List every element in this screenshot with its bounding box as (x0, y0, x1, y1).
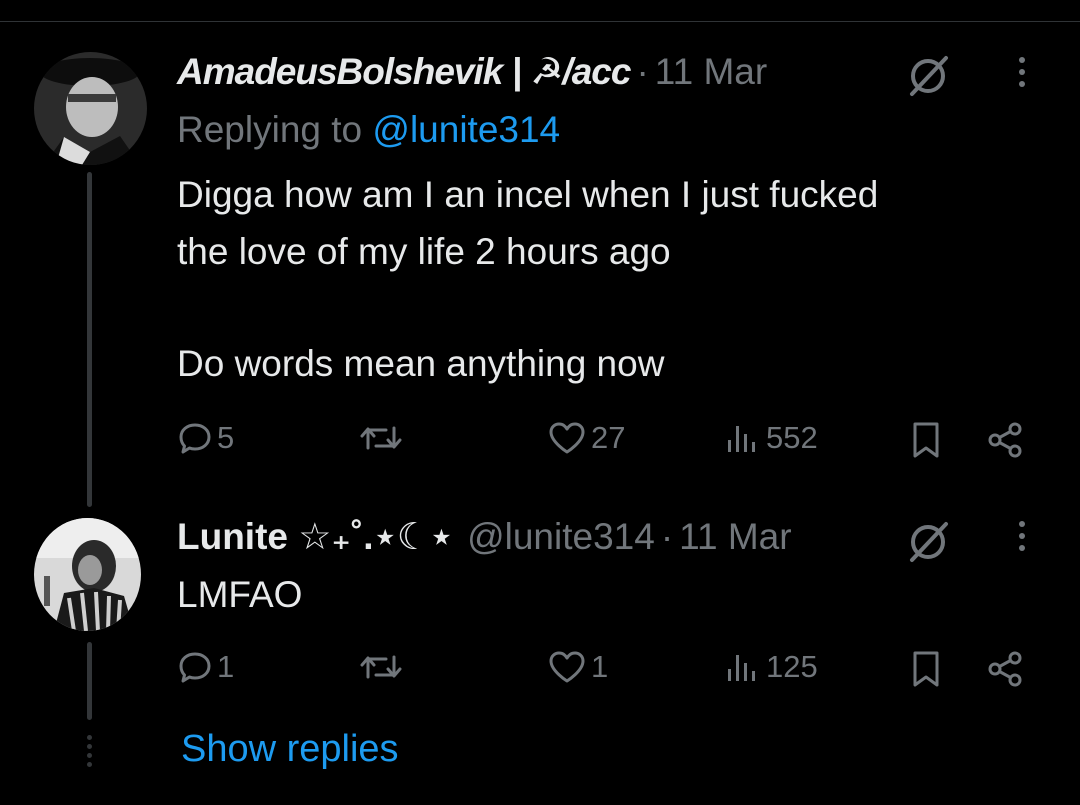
tweet1-text-line1: Digga how am I an incel when I just fuck… (177, 174, 879, 215)
like-icon (549, 422, 585, 454)
replying-to-label: Replying to (177, 109, 363, 150)
replying-to-handle[interactable]: @lunite314 (372, 109, 560, 150)
like-icon (549, 651, 585, 683)
thread-line (87, 642, 92, 720)
tweet2-display-name[interactable]: Lunite ☆₊˚.⋆☾⋆ (177, 515, 453, 558)
reply-icon (179, 423, 211, 454)
tweet2-separator: · (660, 516, 674, 557)
share-button[interactable] (985, 649, 1025, 689)
more-icon[interactable] (1017, 521, 1027, 551)
tweet1-text: Digga how am I an incel when I just fuck… (177, 166, 878, 280)
bookmark-button[interactable] (908, 420, 944, 460)
bookmark-icon (913, 651, 939, 687)
tweet1-text-line2: the love of my life 2 hours ago (177, 231, 671, 272)
retweet-button[interactable] (358, 649, 404, 685)
like-button[interactable]: 1 (547, 649, 608, 685)
tweet1-header: AmadeusBolshevik | ☭/acc · 11 Mar (177, 50, 767, 93)
reply-button[interactable]: 5 (177, 420, 234, 456)
tweet1-date[interactable]: 11 Mar (655, 51, 767, 93)
avatar-amadeus[interactable] (34, 52, 147, 165)
tweet2-header: Lunite ☆₊˚.⋆☾⋆ @lunite314 · 11 Mar (177, 515, 792, 558)
tweet2-handle[interactable]: @lunite314 (467, 516, 655, 558)
top-divider (0, 21, 1080, 22)
reply-count: 1 (217, 649, 235, 684)
share-icon (988, 651, 1022, 687)
grok-icon[interactable] (904, 52, 952, 105)
avatar-lunite[interactable] (34, 518, 141, 631)
grok-icon[interactable] (904, 518, 952, 571)
show-replies-link[interactable]: Show replies (181, 728, 399, 771)
reply-button[interactable]: 1 (177, 649, 234, 685)
views-count: 552 (766, 420, 818, 455)
more-replies-dots (84, 735, 94, 767)
share-icon (988, 422, 1022, 458)
views-button[interactable]: 125 (722, 649, 818, 685)
retweet-icon (360, 655, 402, 679)
reply-count: 5 (217, 420, 235, 455)
views-icon (728, 426, 755, 452)
tweet2-text: LMFAO (177, 574, 303, 615)
thread-line (87, 172, 92, 507)
tweet2-date[interactable]: 11 Mar (679, 516, 791, 558)
tweet1-display-name[interactable]: AmadeusBolshevik | ☭/acc (177, 50, 631, 93)
bookmark-icon (913, 422, 939, 458)
retweet-button[interactable] (358, 420, 404, 456)
like-count: 27 (591, 420, 626, 455)
tweet1-text-para2: Do words mean anything now (177, 343, 665, 384)
tweet1-separator: · (636, 51, 649, 92)
replying-to-line: Replying to @lunite314 (177, 109, 560, 151)
like-count: 1 (591, 649, 609, 684)
like-button[interactable]: 27 (547, 420, 625, 456)
views-count: 125 (766, 649, 818, 684)
share-button[interactable] (985, 420, 1025, 460)
more-icon[interactable] (1017, 57, 1027, 87)
views-icon (728, 655, 755, 681)
retweet-icon (360, 426, 402, 450)
bookmark-button[interactable] (908, 649, 944, 689)
views-button[interactable]: 552 (722, 420, 818, 456)
reply-icon (179, 652, 211, 683)
